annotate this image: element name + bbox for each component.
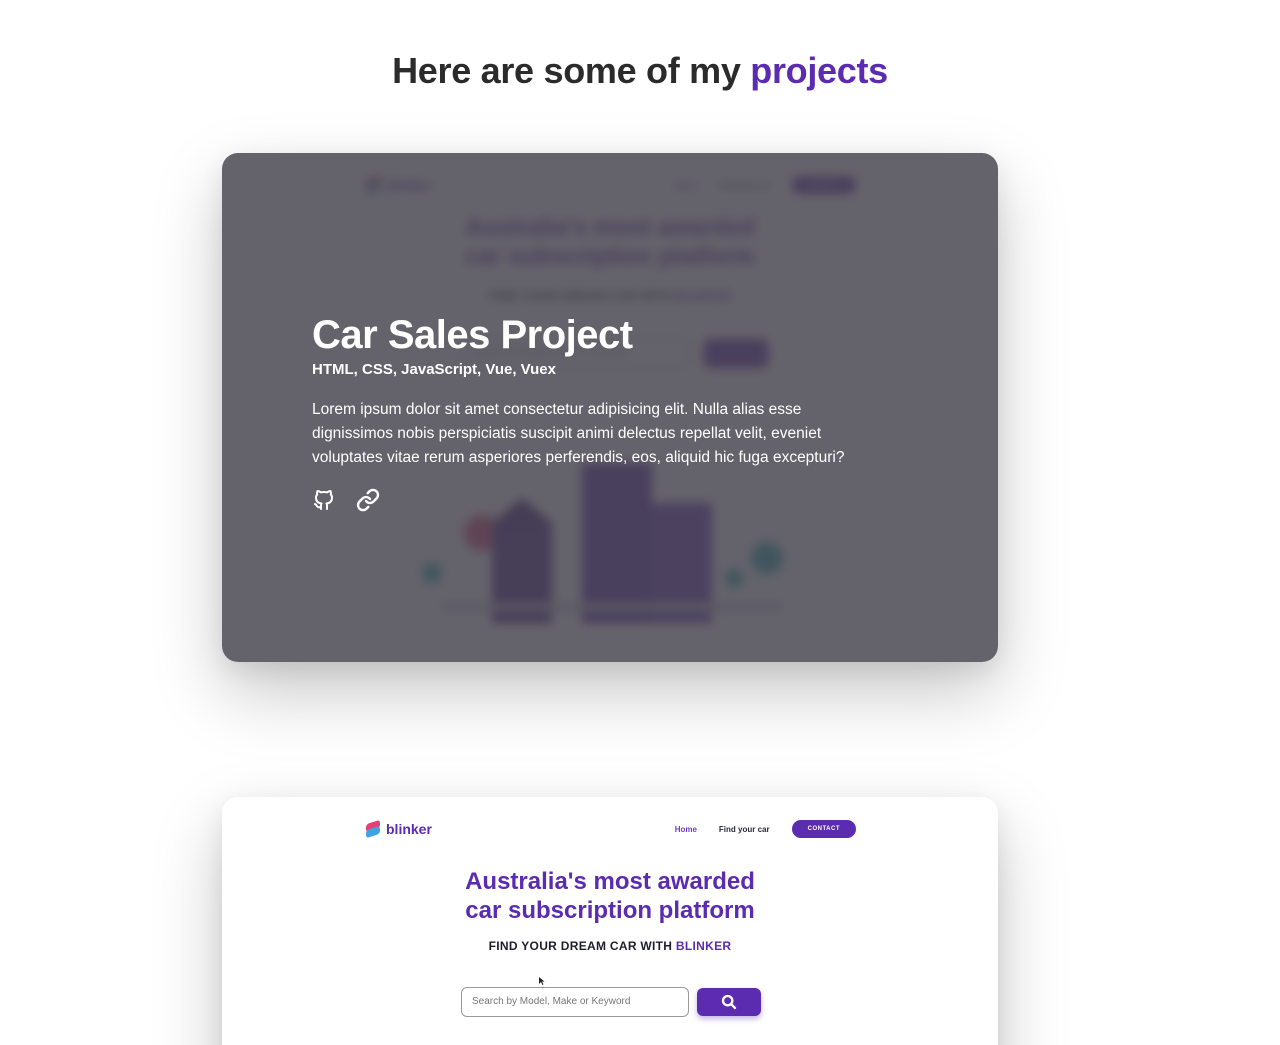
section-title-accent: projects <box>750 50 888 91</box>
preview-hero-subtitle: FIND YOUR DREAM CAR WITH BLINKER <box>488 939 732 953</box>
preview-nav: blinker Home Find your car CONTACT <box>364 817 856 841</box>
preview-logo-text: blinker <box>386 821 432 837</box>
github-icon <box>314 490 333 510</box>
blinker-logo-icon <box>364 819 382 839</box>
project-tech-stack: HTML, CSS, JavaScript, Vue, Vuex <box>312 361 556 378</box>
preview-hero-title: Australia's most awarded car subscriptio… <box>465 868 755 924</box>
preview-nav-home: Home <box>674 824 697 834</box>
live-demo-link[interactable] <box>356 488 380 512</box>
preview-nav-find: Find your car <box>718 824 770 834</box>
preview-search-input: Search by Model, Make or Keyword <box>461 987 689 1017</box>
project-description: Lorem ipsum dolor sit amet consectetur a… <box>312 401 845 466</box>
search-icon <box>721 994 737 1010</box>
link-icon <box>356 488 380 512</box>
preview-search-button <box>697 988 761 1016</box>
project-card-hovered[interactable]: blinker Home Find your car CONTACT Austr… <box>222 153 998 662</box>
project-preview: blinker Home Find your car CONTACT Austr… <box>222 797 998 1045</box>
cursor-icon <box>539 977 545 985</box>
project-info: Car Sales Project HTML, CSS, JavaScript,… <box>312 311 872 512</box>
preview-contact-button: CONTACT <box>791 820 856 838</box>
project-card[interactable]: blinker Home Find your car CONTACT Austr… <box>222 797 998 1045</box>
section-title-prefix: Here are some of my <box>392 50 741 91</box>
github-link[interactable] <box>312 488 336 512</box>
preview-logo: blinker <box>364 819 432 839</box>
project-links <box>312 488 872 512</box>
project-title: Car Sales Project <box>312 313 633 357</box>
section-title: Here are some of my projects <box>0 50 1280 92</box>
